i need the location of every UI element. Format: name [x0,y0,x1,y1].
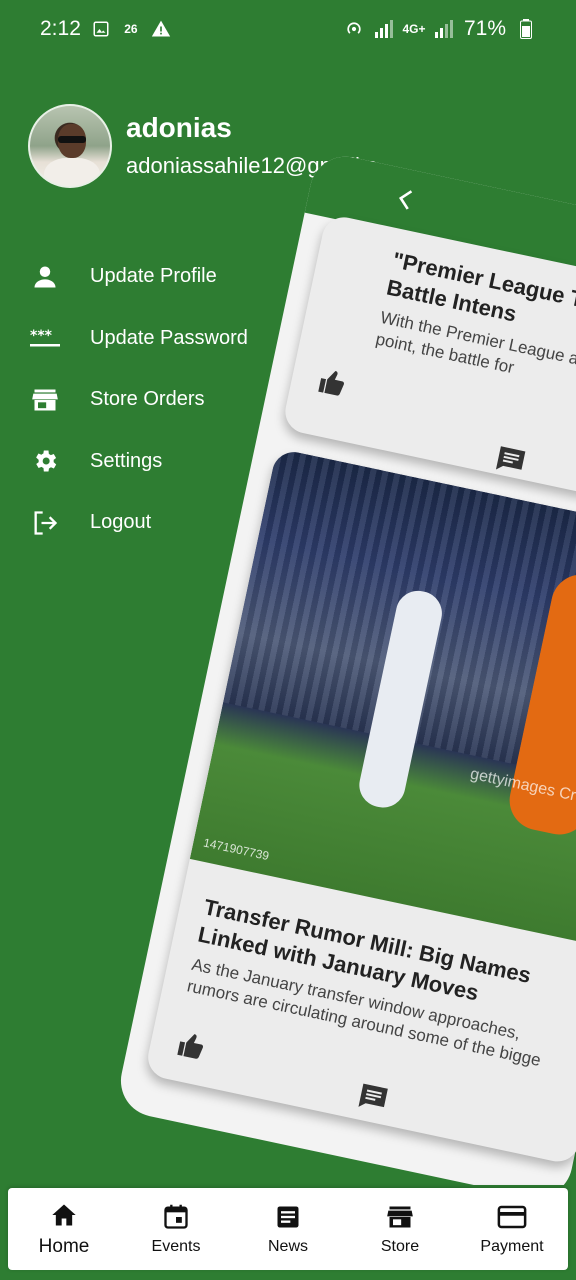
nav-label: Store [380,1238,420,1255]
status-time: 2:12 [40,17,81,40]
photo-id: 1471907739 [202,835,271,864]
menu-item-update-profile[interactable]: Update Profile [28,246,328,308]
hotspot-icon [344,19,364,39]
user-name: adonias [126,112,232,143]
menu-label: Settings [90,449,163,472]
article-icon [273,1202,303,1232]
nav-label: Events [151,1238,201,1255]
bottom-navigation: Home Events News Store Payment [8,1188,568,1270]
network-type: 4G+ [402,22,426,36]
back-arrow-icon[interactable] [384,178,427,221]
nav-label: Home [38,1236,90,1257]
signal-icon-2 [434,19,454,39]
status-left: 2:12 26 [40,17,171,41]
battery-percent: 71% [463,17,506,40]
store-icon [28,383,62,417]
nav-news[interactable]: News [232,1202,344,1256]
news-card[interactable]: gettyimages Credit: Dani 1471907739 Tran… [144,448,576,1166]
home-icon [49,1200,79,1230]
gallery-icon [91,19,111,39]
avatar[interactable] [28,104,112,188]
thumb-up-icon[interactable] [174,1029,210,1065]
password-icon: *** [28,321,62,355]
nav-label: News [267,1238,308,1255]
menu-label: Update Password [90,326,248,349]
warning-icon [151,19,171,39]
menu-label: Store Orders [90,388,205,411]
menu-label: Logout [90,511,152,534]
credit-card-icon [497,1202,527,1232]
menu-label: Update Profile [90,265,217,288]
nav-home[interactable]: Home [8,1200,120,1258]
store-icon [385,1202,415,1232]
status-right: 4G+ 71% [344,17,536,41]
comment-icon[interactable] [493,442,529,478]
gear-icon [28,444,62,478]
logout-icon [28,506,62,540]
nav-store[interactable]: Store [344,1202,456,1256]
nav-events[interactable]: Events [120,1202,232,1256]
nav-payment[interactable]: Payment [456,1202,568,1256]
calendar-icon [161,1202,191,1232]
comment-icon[interactable] [355,1079,391,1115]
svg-text:***: *** [30,328,53,344]
status-bar: 2:12 26 4G+ 71% [0,0,576,58]
battery-icon [516,19,536,39]
signal-icon [374,19,394,39]
nav-label: Payment [480,1238,544,1255]
weather-temp: 26 [124,22,138,36]
thumb-up-icon[interactable] [315,365,351,401]
person-icon [28,260,62,294]
